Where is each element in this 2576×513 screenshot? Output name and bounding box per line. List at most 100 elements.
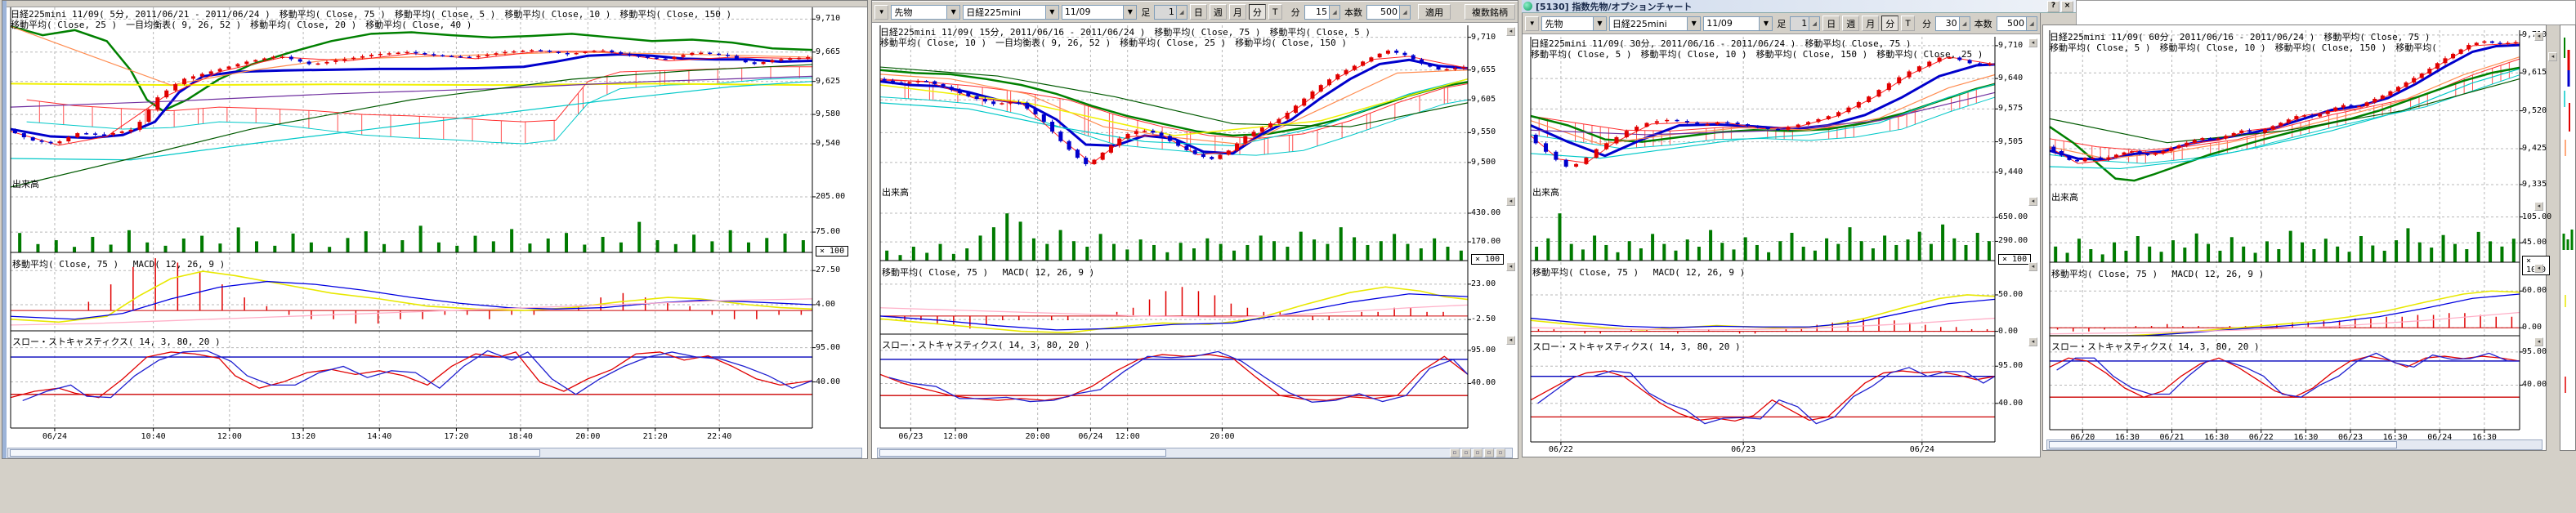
scroll-left-icon[interactable]: ◂: [1506, 262, 1515, 271]
time-axis-label: 20:00: [1026, 432, 1050, 441]
horizontal-scrollbar[interactable]: [7, 448, 862, 458]
volume-multiplier-badge: × 100: [1998, 254, 2031, 265]
scroll-left-icon[interactable]: ◂: [2534, 202, 2543, 211]
bar-count-value: 500: [1997, 18, 2026, 29]
chevron-down-icon[interactable]: ▼: [1593, 17, 1606, 30]
scroll-left-icon[interactable]: ◂: [2534, 32, 2543, 41]
minute-label: 分: [1291, 6, 1300, 19]
minute-button[interactable]: 分: [1249, 4, 1266, 20]
scroll-left-icon[interactable]: ◂: [1506, 197, 1515, 206]
market-select[interactable]: 先物 ▼: [1541, 16, 1606, 31]
axis-tick-label: 60.00: [2522, 286, 2547, 295]
apply-button[interactable]: 適用: [1418, 4, 1451, 20]
window-mini-button[interactable]: ▫: [1450, 448, 1460, 457]
chart-toolbar: ▼ 先物 ▼ 日経225mini ▼ 11/09 ▼ 足 1 ◢ 日 週 月 分…: [1523, 13, 2040, 34]
bar-count-input[interactable]: 500 ◢: [1997, 16, 2037, 31]
minute-value-input[interactable]: 30 ◢: [1935, 16, 1970, 31]
time-axis-label: 14:40: [367, 432, 391, 441]
axis-tick-label: 105.00: [2522, 212, 2551, 221]
monthly-button[interactable]: 月: [1862, 16, 1879, 31]
spinner-icon[interactable]: ◢: [2026, 17, 2037, 30]
axis-tick-label: 0.00: [2522, 323, 2542, 332]
symbol-select-value: 日経225mini: [964, 6, 1045, 19]
scroll-left-icon[interactable]: ◂: [2534, 264, 2543, 273]
chevron-down-icon[interactable]: ▼: [1759, 17, 1772, 30]
ashi-count-value: 1: [1155, 7, 1176, 17]
chart-canvas-area[interactable]: 9,7109,6159,5209,4259,335105.0045.0060.0…: [2043, 25, 2546, 450]
time-axis-label: 06/23: [898, 432, 923, 441]
stoch-section-label: スロー・ストキャスティクス( 14, 3, 80, 20 ): [2051, 340, 2260, 353]
menu-dropdown-button[interactable]: ▼: [1525, 16, 1539, 31]
ashi-count-input[interactable]: 1 ◢: [1154, 5, 1187, 20]
close-button[interactable]: ×: [2061, 1, 2073, 12]
scrollbar-thumb[interactable]: [10, 449, 540, 457]
time-axis-label: 12:00: [1116, 432, 1140, 441]
monthly-button[interactable]: 月: [1229, 4, 1246, 20]
chevron-down-icon[interactable]: ▼: [1123, 6, 1136, 19]
window-mini-button[interactable]: ▫: [1496, 448, 1505, 457]
spinner-icon[interactable]: ◢: [1809, 17, 1819, 30]
daily-button[interactable]: 日: [1190, 4, 1207, 20]
ashi-count-input[interactable]: 1 ◢: [1790, 16, 1820, 31]
scrollbar-thumb[interactable]: [879, 449, 1166, 457]
chart-canvas-area[interactable]: 9,7109,6659,6259,5809,540205.0075.0027.5…: [2, 1, 867, 458]
multi-symbol-button[interactable]: 複数銘柄: [1465, 4, 1515, 20]
chart-canvas-area[interactable]: 9,7109,6409,5759,5059,440650.00290.0050.…: [1523, 1, 2040, 457]
tick-button[interactable]: T: [1268, 4, 1282, 20]
menu-dropdown-button[interactable]: ▼: [874, 5, 888, 20]
scroll-left-icon[interactable]: ◂: [2028, 38, 2037, 47]
spinner-icon[interactable]: ◢: [1399, 6, 1410, 19]
spinner-icon[interactable]: ◢: [1329, 6, 1339, 19]
scroll-left-icon[interactable]: ◂: [2534, 337, 2543, 346]
axis-tick-label: 9,575: [1998, 104, 2023, 113]
axis-tick-label: 9,335: [2522, 180, 2547, 189]
scrollbar-thumb[interactable]: [2049, 441, 2397, 448]
time-axis-label: 06/20: [2070, 433, 2095, 442]
window-mini-button[interactable]: ▫: [1473, 448, 1483, 457]
chevron-down-icon[interactable]: ▼: [1687, 17, 1700, 30]
daily-button[interactable]: 日: [1822, 16, 1840, 31]
chart-svg: [2, 1, 869, 446]
time-axis-label: 22:40: [707, 432, 731, 441]
chart-canvas-area[interactable]: 9,7109,6559,6059,5509,500430.00170.0023.…: [872, 1, 1518, 458]
axis-tick-label: 95.00: [816, 343, 840, 352]
scroll-left-icon[interactable]: ◂: [2028, 337, 2037, 346]
time-axis-label: 12:00: [943, 432, 968, 441]
spinner-icon[interactable]: ◢: [1176, 6, 1187, 19]
window-mini-button[interactable]: ▫: [1484, 448, 1494, 457]
minute-value-input[interactable]: 15 ◢: [1304, 5, 1340, 20]
contract-select[interactable]: 11/09 ▼: [1062, 5, 1138, 20]
minute-button[interactable]: 分: [1881, 16, 1898, 31]
swirl-app-icon: [1523, 2, 1532, 11]
spinner-icon[interactable]: ◢: [1959, 17, 1970, 30]
scroll-left-icon[interactable]: ◂: [2548, 52, 2557, 61]
time-axis-label: 13:20: [291, 432, 315, 441]
horizontal-scrollbar[interactable]: ▫ ▫ ▫ ▫ ▫: [877, 448, 1513, 458]
symbol-select[interactable]: 日経225mini ▼: [963, 5, 1059, 20]
contract-select[interactable]: 11/09 ▼: [1703, 16, 1773, 31]
tick-button[interactable]: T: [1901, 16, 1915, 31]
scroll-left-icon[interactable]: ◂: [1506, 27, 1515, 36]
time-axis-label: 06/24: [1910, 445, 1934, 454]
chevron-down-icon[interactable]: ▼: [1045, 6, 1058, 19]
time-axis-label: 06/23: [2338, 433, 2363, 442]
window-titlebar[interactable]: [5130] 指数先物/オプションチャート ? ×: [1522, 0, 2076, 13]
chart-toolbar: ▼ 先物 ▼ 日経225mini ▼ 11/09 ▼ 足 1 ◢ 日 週 月 分…: [872, 2, 1518, 23]
ashi-count-value: 1: [1791, 18, 1809, 29]
minute-label: 分: [1922, 17, 1931, 30]
time-axis-label: 10:40: [141, 432, 166, 441]
help-button[interactable]: ?: [2047, 1, 2059, 12]
symbol-select[interactable]: 日経225mini ▼: [1609, 16, 1701, 31]
window-mini-button[interactable]: ▫: [1461, 448, 1471, 457]
scroll-left-icon[interactable]: ◂: [1506, 336, 1515, 345]
weekly-button[interactable]: 週: [1210, 4, 1227, 20]
bar-count-input[interactable]: 500 ◢: [1366, 5, 1411, 20]
axis-tick-label: -2.50: [1471, 314, 1496, 323]
ashi-label: 足: [1777, 17, 1786, 30]
weekly-button[interactable]: 週: [1842, 16, 1859, 31]
market-select[interactable]: 先物 ▼: [891, 5, 960, 20]
scroll-left-icon[interactable]: ◂: [2028, 262, 2037, 271]
chevron-down-icon[interactable]: ▼: [946, 6, 959, 19]
scroll-left-icon[interactable]: ◂: [2028, 197, 2037, 206]
volume-multiplier-badge: × 100: [816, 246, 848, 256]
